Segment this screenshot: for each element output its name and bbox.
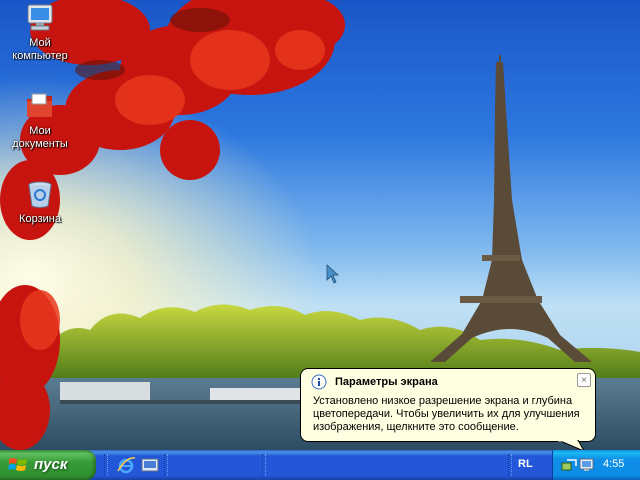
desktop-icon-label: Мои документы	[12, 125, 68, 150]
system-tray: 4:55	[552, 450, 640, 480]
clock[interactable]: 4:55	[603, 458, 624, 470]
balloon-close-button[interactable]: ×	[577, 373, 591, 387]
balloon-title: Параметры экрана	[335, 376, 438, 388]
display-settings-icon[interactable]	[579, 457, 595, 473]
taskbar-separator	[164, 454, 168, 476]
display-settings-balloon[interactable]: Параметры экрана × Установлено низкое ра…	[300, 368, 596, 442]
show-desktop-icon[interactable]	[140, 455, 160, 475]
desktop[interactable]: Мой компьютер Мои документы Корзина Пара…	[0, 0, 640, 450]
taskbar: пуск RL 4:55	[0, 450, 640, 480]
internet-explorer-icon[interactable]	[116, 455, 136, 475]
windows-logo-icon	[8, 458, 27, 471]
taskbar-separator	[508, 454, 512, 476]
mouse-cursor-icon	[326, 264, 340, 284]
language-indicator[interactable]: RL	[518, 458, 533, 470]
recycle-bin-icon	[28, 181, 52, 208]
desktop-icon-recycle-bin[interactable]: Корзина	[2, 178, 78, 226]
taskbar-separator	[262, 454, 266, 476]
balloon-tail	[557, 440, 585, 450]
desktop-icon-label: Корзина	[19, 213, 61, 225]
desktop-icon-label: Мой компьютер	[12, 37, 68, 62]
my-documents-icon	[27, 93, 52, 117]
desktop-icon-my-documents[interactable]: Мои документы	[2, 90, 78, 151]
desktop-icon-my-computer[interactable]: Мой компьютер	[2, 2, 78, 63]
info-icon	[311, 374, 327, 390]
start-label: пуск	[34, 456, 68, 473]
taskbar-separator	[104, 454, 108, 476]
network-icon[interactable]	[561, 457, 577, 473]
start-button[interactable]: пуск	[0, 450, 96, 480]
my-computer-icon	[27, 4, 53, 31]
balloon-message[interactable]: Установлено низкое разрешение экрана и г…	[313, 395, 585, 434]
